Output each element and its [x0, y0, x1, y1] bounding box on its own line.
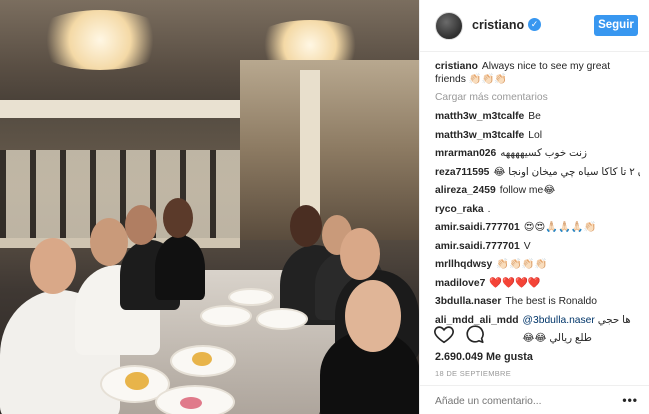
header-username[interactable]: cristiano: [472, 18, 524, 32]
post-actions: [433, 323, 486, 345]
comment-username[interactable]: amir.saidi.777701: [435, 222, 520, 233]
comment-text: زنت خوب کسيههههه: [500, 148, 587, 159]
verified-badge-icon: ✓: [528, 18, 541, 31]
comment-text: .: [487, 203, 491, 215]
caption-username[interactable]: cristiano: [435, 61, 478, 72]
comment-text: Be: [528, 111, 541, 122]
photo-face: [290, 205, 322, 247]
comment-item: mrllhqdwsy 👏🏻👏🏻👏🏻👏🏻: [435, 258, 640, 271]
more-options-icon[interactable]: •••: [622, 393, 638, 407]
comments-list: cristiano Always nice to see my great fri…: [435, 60, 640, 351]
follow-button[interactable]: Seguir: [594, 15, 638, 36]
comment-username[interactable]: 3bdulla.naser: [435, 296, 501, 307]
avatar[interactable]: [435, 12, 463, 40]
comment-username[interactable]: ryco_raka: [435, 204, 484, 215]
comment-username[interactable]: alireza_2459: [435, 185, 496, 196]
comment-item: amir.saidi.777701 V: [435, 240, 640, 253]
comment-item: reza711595 اون ۲ تا کاکا سياه چي ميخان او…: [435, 166, 640, 179]
photo-plate: [256, 308, 308, 330]
photo-face: [345, 280, 401, 352]
comment-text: طلع ريالي 😂😂: [522, 333, 592, 344]
photo-face: [30, 238, 76, 294]
likes-count[interactable]: 2.690.049 Me gusta: [435, 351, 533, 363]
comment-item: ryco_raka.: [435, 203, 640, 216]
post-sidebar: cristiano ✓ Seguir cristiano Always nice …: [419, 0, 649, 414]
comment-bubble-icon[interactable]: [464, 323, 486, 345]
photo-food: [180, 397, 202, 409]
comment-text: Lol: [528, 129, 543, 141]
photo-food: [125, 372, 149, 390]
photo-food: [192, 352, 212, 366]
comment-text: ها حجي: [597, 314, 631, 326]
photo-plate: [228, 288, 274, 306]
photo-backroom: [240, 60, 419, 240]
comment-username[interactable]: matth3w_m3tcalfe: [435, 130, 524, 141]
photo-face: [125, 205, 157, 245]
photo-rail: [0, 100, 240, 118]
heart-icon[interactable]: [433, 323, 455, 345]
comment-username[interactable]: mrllhqdwsy: [435, 259, 492, 270]
post-header: cristiano ✓ Seguir: [420, 0, 649, 52]
comment-item: mrarman026 زنت خوب کسيههههه: [435, 147, 640, 160]
comment-item: 3bdulla.naser The best is Ronaldo: [435, 295, 640, 308]
post-caption: cristiano Always nice to see my great fri…: [435, 60, 640, 86]
add-comment-input[interactable]: [435, 394, 605, 408]
comment-text: ❤️❤️❤️❤️: [489, 277, 541, 289]
comment-text: 😍😍🙏🏻🙏🏻🙏🏻👏🏻: [523, 222, 597, 233]
comment-text: follow me😂: [499, 185, 556, 196]
comment-item: alireza_2459 follow me😂: [435, 184, 640, 197]
photo-face: [163, 198, 193, 238]
comment-username[interactable]: reza711595: [435, 167, 489, 178]
comment-item: madilove7 ❤️❤️❤️❤️: [435, 277, 640, 290]
comment-text: The best is Ronaldo: [505, 296, 597, 307]
comment-username[interactable]: amir.saidi.777701: [435, 241, 520, 252]
photo-plate: [200, 305, 252, 327]
comment-item: amir.saidi.777701 😍😍🙏🏻🙏🏻🙏🏻👏🏻: [435, 221, 640, 234]
comment-username[interactable]: matth3w_m3tcalfe: [435, 111, 524, 122]
post-date[interactable]: 18 DE SEPTIEMBRE: [435, 369, 511, 378]
photo-person: [155, 235, 205, 300]
post-photo[interactable]: [0, 0, 419, 414]
add-comment-bar: •••: [420, 385, 649, 414]
comment-mention-link[interactable]: @3bdulla.naser: [523, 315, 595, 326]
comment-item: matth3w_m3tcalfe Lol: [435, 129, 640, 142]
comment-text: اون ۲ تا کاکا سياه چي ميخان اونجا 😂: [493, 166, 640, 178]
comment-item: matth3w_m3tcalfe Be: [435, 110, 640, 123]
photo-lamp: [30, 10, 170, 70]
photo-face: [340, 228, 380, 280]
comment-text: V: [523, 240, 531, 252]
load-more-comments-link[interactable]: Cargar más comentarios: [435, 92, 640, 103]
comment-username[interactable]: mrarman026: [435, 148, 496, 159]
post-container: cristiano ✓ Seguir cristiano Always nice …: [0, 0, 649, 414]
comment-username[interactable]: madilove7: [435, 278, 485, 289]
comment-text: 👏🏻👏🏻👏🏻👏🏻: [496, 259, 548, 270]
